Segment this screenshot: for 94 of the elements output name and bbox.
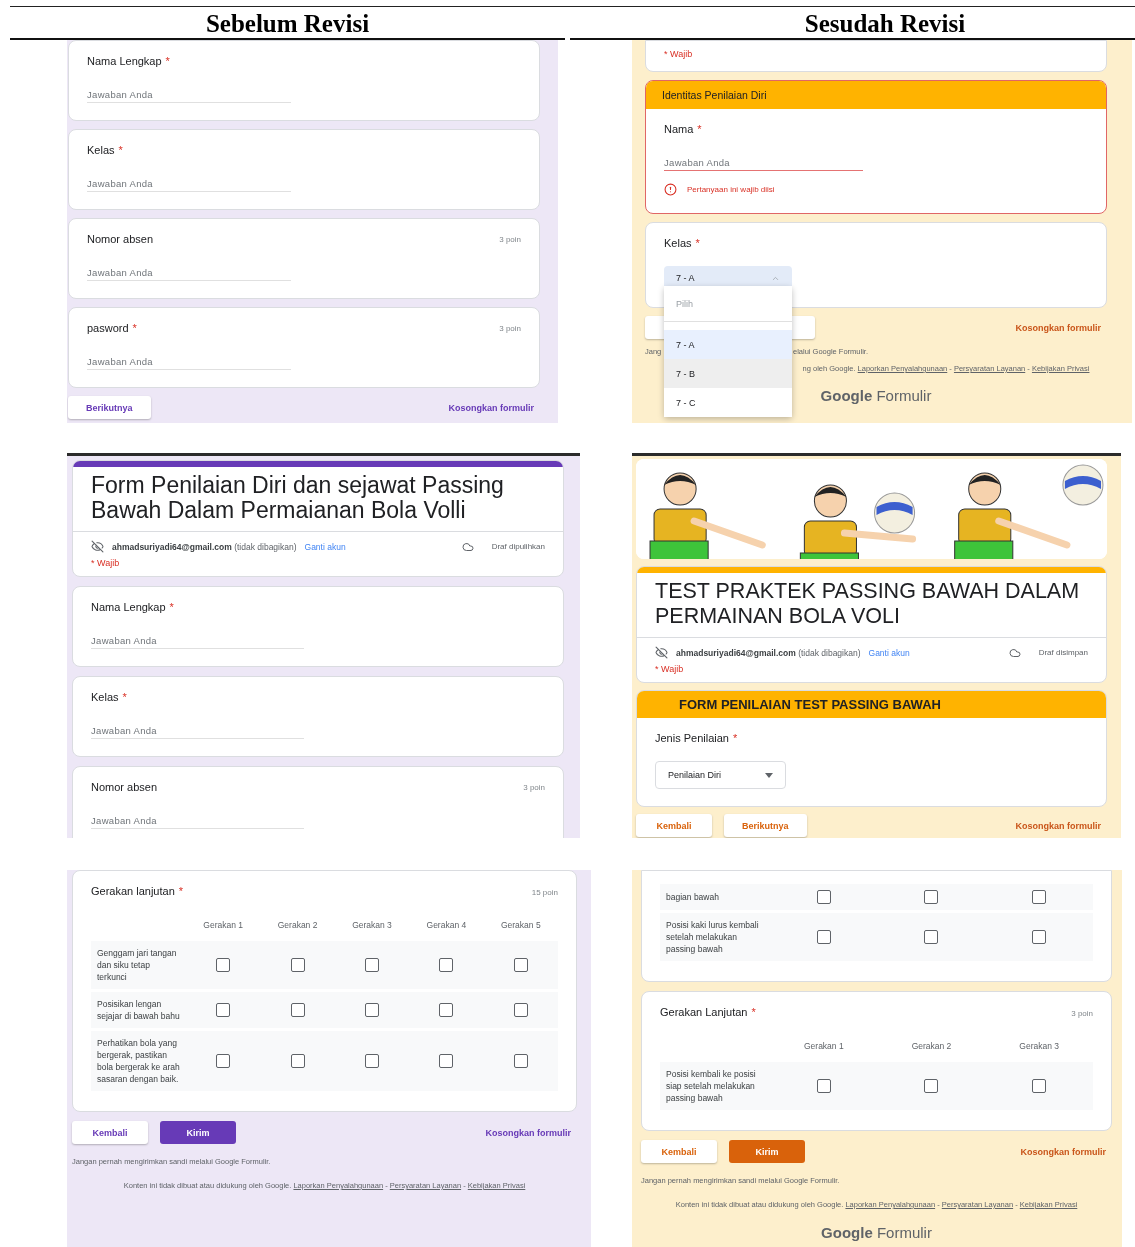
points-label: 15 poin [531, 888, 558, 897]
form-button[interactable]: Berikutnya [68, 396, 151, 419]
account-text: ahmadsuriyadi64@gmail.com (tidak dibagikan) [112, 541, 297, 552]
checkbox[interactable] [816, 1079, 831, 1093]
required-note: * Wajib [664, 49, 694, 59]
google-forms-logo: Google Formulir [820, 387, 932, 404]
row-label: bagian bawah [665, 891, 720, 903]
question-label: Nama Lengkap * [87, 54, 170, 68]
dropdown-option[interactable]: 7 - B [664, 359, 792, 388]
form-title: TEST PRAKTEK PASSING BAWAH DALAM PERMAINAN BOLA VOLI [654, 578, 1081, 630]
checkbox[interactable] [513, 1003, 528, 1017]
clear-form-link[interactable]: Kosongkan formulir [448, 402, 534, 413]
points-label: 3 poin [499, 234, 521, 244]
column-header: Gerakan 2 [910, 1041, 953, 1051]
checkbox[interactable] [290, 1003, 305, 1017]
form-title: Form Penilaian Diri dan sejawat Passing Bawah Dalam Permaianan Bola Volli [90, 471, 505, 525]
account-text: ahmadsuriyadi64@gmail.com (tidak dibagikan) [676, 647, 861, 658]
dropdown-option[interactable]: 7 - A [664, 330, 792, 359]
column-header: Gerakan 1 [802, 1041, 845, 1051]
required-note: * Wajib [654, 663, 685, 676]
column-header: Gerakan 1 [202, 920, 245, 930]
answer-field[interactable]: Jawaban Anda [664, 154, 864, 171]
checkbox[interactable] [513, 1054, 528, 1068]
question-label: pasword * [87, 321, 137, 335]
google-forms-logo: Google Formulir [821, 1224, 932, 1241]
form-button[interactable]: Berikutnya [724, 814, 807, 837]
points-label: 3 poin [499, 323, 521, 333]
draft-status: Draf dipulihkan [491, 542, 545, 551]
checkbox[interactable] [216, 1003, 231, 1017]
column-header: Gerakan 4 [425, 920, 468, 930]
required-note: * Wajib [90, 557, 121, 570]
checkbox[interactable] [816, 890, 831, 904]
row-label: Posisi kembali ke posisi siap setelah melakukan passing bawah [665, 1068, 757, 1104]
checkbox[interactable] [365, 1054, 379, 1068]
switch-account-link[interactable]: Ganti akun [304, 541, 346, 552]
dropdown-option[interactable]: 7 - C [664, 388, 792, 417]
clear-form-link[interactable]: Kosongkan formulir [1015, 322, 1101, 333]
checkbox[interactable] [816, 930, 831, 944]
eye-off-icon [91, 540, 104, 553]
checkbox[interactable] [365, 1003, 379, 1017]
question-label: Nama Lengkap * [91, 600, 174, 614]
clear-form-link[interactable]: Kosongkan formulir [1015, 820, 1101, 831]
eye-off-icon [655, 646, 668, 659]
checkbox[interactable] [1032, 890, 1047, 904]
alert-icon [664, 183, 677, 196]
column-header: Gerakan 5 [499, 920, 542, 930]
row-label: Posisi kaki lurus kembali setelah melakukan passing bawah [665, 919, 760, 955]
checkbox[interactable] [216, 958, 231, 972]
dropdown-field[interactable]: Penilaian Diri [655, 761, 786, 789]
error-message: Pertanyaan ini wajib diisi [687, 185, 775, 194]
question-label: Nomor absen [91, 780, 158, 794]
question-label: Nama * [664, 122, 702, 136]
caret-icon [765, 772, 773, 778]
checkbox[interactable] [439, 958, 454, 972]
question-label: Nomor absen [87, 232, 154, 246]
form-button[interactable]: Kirim [729, 1140, 805, 1163]
column-header: Gerakan 3 [351, 920, 393, 930]
checkbox[interactable] [439, 1003, 454, 1017]
question-label: Gerakan Lanjutan * [660, 1005, 756, 1019]
checkbox[interactable] [513, 958, 528, 972]
checkbox[interactable] [290, 958, 305, 972]
row-label: Genggam jari tangan dan siku tetap terkunci [96, 947, 178, 983]
form-button[interactable]: Kembali [641, 1140, 717, 1163]
question-label: Gerakan lanjutan * [91, 884, 184, 898]
form-button[interactable]: Kembali [72, 1121, 148, 1144]
switch-account-link[interactable]: Ganti akun [868, 647, 910, 658]
question-label: Kelas * [87, 143, 123, 157]
checkbox[interactable] [924, 1079, 939, 1093]
checkbox[interactable] [290, 1054, 305, 1068]
points-label: 3 poin [523, 782, 545, 792]
draft-status: Draf disimpan [1038, 648, 1088, 657]
column-header: Gerakan 3 [1018, 1041, 1060, 1051]
clear-form-link[interactable]: Kosongkan formulir [485, 1127, 571, 1138]
form-button[interactable]: Kembali [636, 814, 712, 837]
row-label: Posisikan lengan sejajar di bawah bahu [96, 998, 181, 1022]
checkbox[interactable] [924, 930, 939, 944]
checkbox[interactable] [365, 958, 379, 972]
cloud-icon [1008, 646, 1021, 659]
section-header: FORM PENILAIAN TEST PASSING BAWAH [637, 691, 1106, 718]
checkbox[interactable] [1032, 930, 1047, 944]
row-label: Perhatikan bola yang bergerak, pastikan bola bergerak ke arah sasaran dengan baik. [96, 1037, 181, 1085]
cloud-icon [461, 540, 474, 553]
checkbox[interactable] [1032, 1079, 1047, 1093]
question-label: Jenis Penilaian * [655, 731, 738, 745]
section-header: Identitas Penilaian Diri [646, 81, 1106, 109]
column-header: Gerakan 2 [276, 920, 319, 930]
checkbox[interactable] [216, 1054, 231, 1068]
points-label: 3 poin [1071, 1009, 1093, 1018]
question-label: Kelas * [664, 236, 700, 250]
checkbox[interactable] [924, 890, 939, 904]
question-label: Kelas * [91, 690, 127, 704]
clear-form-link[interactable]: Kosongkan formulir [1020, 1146, 1106, 1157]
form-button[interactable]: Kirim [160, 1121, 236, 1144]
checkbox[interactable] [439, 1054, 454, 1068]
